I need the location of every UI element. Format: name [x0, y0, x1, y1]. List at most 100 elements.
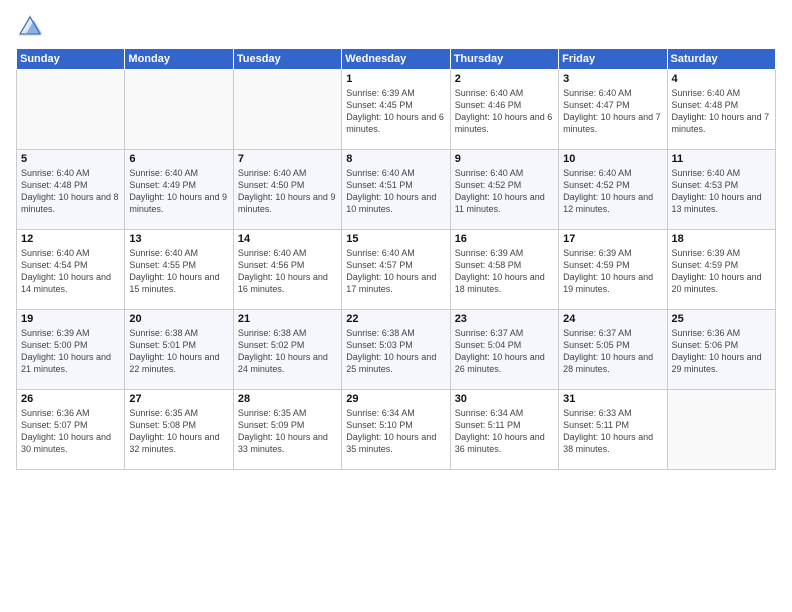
calendar-day-cell: 1Sunrise: 6:39 AM Sunset: 4:45 PM Daylig…	[342, 70, 450, 150]
weekday-header-saturday: Saturday	[667, 49, 775, 70]
calendar-day-cell: 5 Sunrise: 6:40 AM Sunset: 4:48 PM Daylig…	[17, 150, 125, 230]
day-number: 4	[672, 73, 771, 85]
day-info: Sunrise: 6:35 AM Sunset: 5:08 PM Dayligh…	[129, 407, 228, 456]
day-info: Sunrise: 6:39 AM Sunset: 4:58 PM Dayligh…	[455, 247, 554, 296]
calendar-table: SundayMondayTuesdayWednesdayThursdayFrid…	[16, 48, 776, 470]
day-number: 27	[129, 393, 228, 405]
calendar-header-row: SundayMondayTuesdayWednesdayThursdayFrid…	[17, 49, 776, 70]
calendar-week-row: 1Sunrise: 6:39 AM Sunset: 4:45 PM Daylig…	[17, 70, 776, 150]
calendar-day-cell: 13 Sunrise: 6:40 AM Sunset: 4:55 PM Dayli…	[125, 230, 233, 310]
logo	[16, 12, 48, 40]
calendar-day-cell: 8 Sunrise: 6:40 AM Sunset: 4:51 PM Daylig…	[342, 150, 450, 230]
day-number: 10	[563, 153, 662, 165]
calendar-day-cell: 24Sunrise: 6:37 AM Sunset: 5:05 PM Dayli…	[559, 310, 667, 390]
calendar-day-cell: 14 Sunrise: 6:40 AM Sunset: 4:56 PM Dayli…	[233, 230, 341, 310]
day-number: 24	[563, 313, 662, 325]
weekday-header-sunday: Sunday	[17, 49, 125, 70]
day-number: 12	[21, 233, 120, 245]
calendar-week-row: 19 Sunrise: 6:39 AM Sunset: 5:00 PM Dayli…	[17, 310, 776, 390]
day-info: Sunrise: 6:40 AM Sunset: 4:53 PM Dayligh…	[672, 167, 771, 216]
day-number: 7	[238, 153, 337, 165]
calendar-week-row: 12 Sunrise: 6:40 AM Sunset: 4:54 PM Dayli…	[17, 230, 776, 310]
calendar-day-cell: 31Sunrise: 6:33 AM Sunset: 5:11 PM Dayli…	[559, 390, 667, 470]
calendar-day-cell: 25 Sunrise: 6:36 AM Sunset: 5:06 PM Dayli…	[667, 310, 775, 390]
day-info: Sunrise: 6:40 AM Sunset: 4:52 PM Dayligh…	[455, 167, 554, 216]
day-number: 25	[672, 313, 771, 325]
calendar-week-row: 5 Sunrise: 6:40 AM Sunset: 4:48 PM Daylig…	[17, 150, 776, 230]
day-number: 9	[455, 153, 554, 165]
day-info: Sunrise: 6:40 AM Sunset: 4:47 PM Dayligh…	[563, 87, 662, 136]
day-info: Sunrise: 6:34 AM Sunset: 5:11 PM Dayligh…	[455, 407, 554, 456]
day-number: 21	[238, 313, 337, 325]
day-info: Sunrise: 6:40 AM Sunset: 4:48 PM Dayligh…	[21, 167, 120, 216]
calendar-day-cell: 4 Sunrise: 6:40 AM Sunset: 4:48 PM Daylig…	[667, 70, 775, 150]
calendar-day-cell: 16 Sunrise: 6:39 AM Sunset: 4:58 PM Dayli…	[450, 230, 558, 310]
day-info: Sunrise: 6:36 AM Sunset: 5:07 PM Dayligh…	[21, 407, 120, 456]
logo-icon	[16, 12, 44, 40]
weekday-header-monday: Monday	[125, 49, 233, 70]
day-number: 19	[21, 313, 120, 325]
day-number: 28	[238, 393, 337, 405]
day-number: 26	[21, 393, 120, 405]
day-number: 15	[346, 233, 445, 245]
day-number: 22	[346, 313, 445, 325]
day-info: Sunrise: 6:40 AM Sunset: 4:57 PM Dayligh…	[346, 247, 445, 296]
day-number: 5	[21, 153, 120, 165]
day-number: 6	[129, 153, 228, 165]
day-info: Sunrise: 6:40 AM Sunset: 4:55 PM Dayligh…	[129, 247, 228, 296]
day-number: 18	[672, 233, 771, 245]
day-info: Sunrise: 6:40 AM Sunset: 4:50 PM Dayligh…	[238, 167, 337, 216]
day-number: 16	[455, 233, 554, 245]
day-info: Sunrise: 6:40 AM Sunset: 4:56 PM Dayligh…	[238, 247, 337, 296]
day-number: 23	[455, 313, 554, 325]
calendar-day-cell: 15 Sunrise: 6:40 AM Sunset: 4:57 PM Dayli…	[342, 230, 450, 310]
day-number: 14	[238, 233, 337, 245]
calendar-day-cell: 30 Sunrise: 6:34 AM Sunset: 5:11 PM Dayli…	[450, 390, 558, 470]
weekday-header-thursday: Thursday	[450, 49, 558, 70]
calendar-day-cell: 7 Sunrise: 6:40 AM Sunset: 4:50 PM Daylig…	[233, 150, 341, 230]
calendar-day-cell: 27 Sunrise: 6:35 AM Sunset: 5:08 PM Dayli…	[125, 390, 233, 470]
calendar-day-cell: 28Sunrise: 6:35 AM Sunset: 5:09 PM Dayli…	[233, 390, 341, 470]
calendar-day-cell: 26 Sunrise: 6:36 AM Sunset: 5:07 PM Dayli…	[17, 390, 125, 470]
day-number: 2	[455, 73, 554, 85]
weekday-header-friday: Friday	[559, 49, 667, 70]
day-number: 31	[563, 393, 662, 405]
day-info: Sunrise: 6:40 AM Sunset: 4:54 PM Dayligh…	[21, 247, 120, 296]
day-info: Sunrise: 6:38 AM Sunset: 5:03 PM Dayligh…	[346, 327, 445, 376]
day-info: Sunrise: 6:40 AM Sunset: 4:48 PM Dayligh…	[672, 87, 771, 136]
calendar-week-row: 26 Sunrise: 6:36 AM Sunset: 5:07 PM Dayli…	[17, 390, 776, 470]
calendar-day-cell: 23 Sunrise: 6:37 AM Sunset: 5:04 PM Dayli…	[450, 310, 558, 390]
calendar-day-cell	[667, 390, 775, 470]
day-number: 13	[129, 233, 228, 245]
day-info: Sunrise: 6:37 AM Sunset: 5:04 PM Dayligh…	[455, 327, 554, 376]
day-info: Sunrise: 6:38 AM Sunset: 5:02 PM Dayligh…	[238, 327, 337, 376]
day-number: 11	[672, 153, 771, 165]
day-info: Sunrise: 6:36 AM Sunset: 5:06 PM Dayligh…	[672, 327, 771, 376]
calendar-day-cell: 21 Sunrise: 6:38 AM Sunset: 5:02 PM Dayli…	[233, 310, 341, 390]
calendar-day-cell: 10 Sunrise: 6:40 AM Sunset: 4:52 PM Dayli…	[559, 150, 667, 230]
calendar-day-cell: 6 Sunrise: 6:40 AM Sunset: 4:49 PM Daylig…	[125, 150, 233, 230]
day-number: 3	[563, 73, 662, 85]
calendar-day-cell	[17, 70, 125, 150]
day-number: 30	[455, 393, 554, 405]
day-info: Sunrise: 6:39 AM Sunset: 4:59 PM Dayligh…	[563, 247, 662, 296]
calendar-day-cell: 20Sunrise: 6:38 AM Sunset: 5:01 PM Dayli…	[125, 310, 233, 390]
day-info: Sunrise: 6:40 AM Sunset: 4:52 PM Dayligh…	[563, 167, 662, 216]
day-info: Sunrise: 6:38 AM Sunset: 5:01 PM Dayligh…	[129, 327, 228, 376]
calendar-day-cell: 12 Sunrise: 6:40 AM Sunset: 4:54 PM Dayli…	[17, 230, 125, 310]
day-info: Sunrise: 6:39 AM Sunset: 4:59 PM Dayligh…	[672, 247, 771, 296]
weekday-header-wednesday: Wednesday	[342, 49, 450, 70]
calendar-day-cell	[233, 70, 341, 150]
day-info: Sunrise: 6:40 AM Sunset: 4:51 PM Dayligh…	[346, 167, 445, 216]
calendar-day-cell: 22 Sunrise: 6:38 AM Sunset: 5:03 PM Dayli…	[342, 310, 450, 390]
day-info: Sunrise: 6:40 AM Sunset: 4:49 PM Dayligh…	[129, 167, 228, 216]
calendar-day-cell: 19 Sunrise: 6:39 AM Sunset: 5:00 PM Dayli…	[17, 310, 125, 390]
day-info: Sunrise: 6:39 AM Sunset: 5:00 PM Dayligh…	[21, 327, 120, 376]
day-number: 17	[563, 233, 662, 245]
calendar-day-cell: 29Sunrise: 6:34 AM Sunset: 5:10 PM Dayli…	[342, 390, 450, 470]
calendar-day-cell: 18 Sunrise: 6:39 AM Sunset: 4:59 PM Dayli…	[667, 230, 775, 310]
day-number: 8	[346, 153, 445, 165]
day-number: 1	[346, 73, 445, 85]
calendar-day-cell	[125, 70, 233, 150]
calendar-day-cell: 3 Sunrise: 6:40 AM Sunset: 4:47 PM Daylig…	[559, 70, 667, 150]
